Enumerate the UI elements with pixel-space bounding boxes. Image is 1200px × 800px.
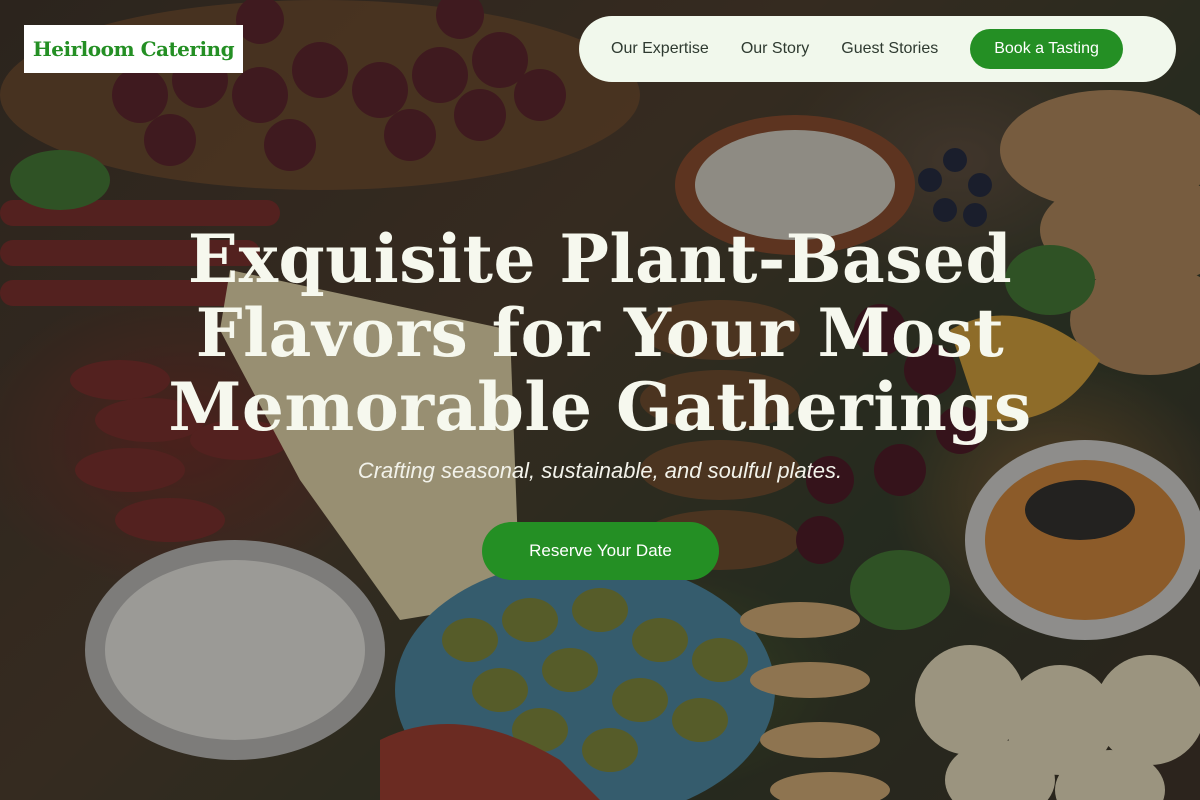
book-a-tasting-button[interactable]: Book a Tasting: [970, 29, 1123, 69]
nav-link-our-expertise[interactable]: Our Expertise: [611, 40, 709, 58]
nav-link-guest-stories[interactable]: Guest Stories: [841, 40, 938, 58]
brand-name: Heirloom Catering: [32, 37, 235, 61]
hero-title: Exquisite Plant-Based Flavors for Your M…: [168, 220, 1032, 446]
reserve-your-date-button[interactable]: Reserve Your Date: [482, 522, 719, 580]
nav-link-our-story[interactable]: Our Story: [741, 40, 809, 58]
main-navigation: Our Expertise Our Story Guest Stories Bo…: [579, 16, 1176, 82]
hero-subtitle: Crafting seasonal, sustainable, and soul…: [357, 458, 843, 483]
brand-logo[interactable]: Heirloom Catering: [24, 25, 243, 73]
